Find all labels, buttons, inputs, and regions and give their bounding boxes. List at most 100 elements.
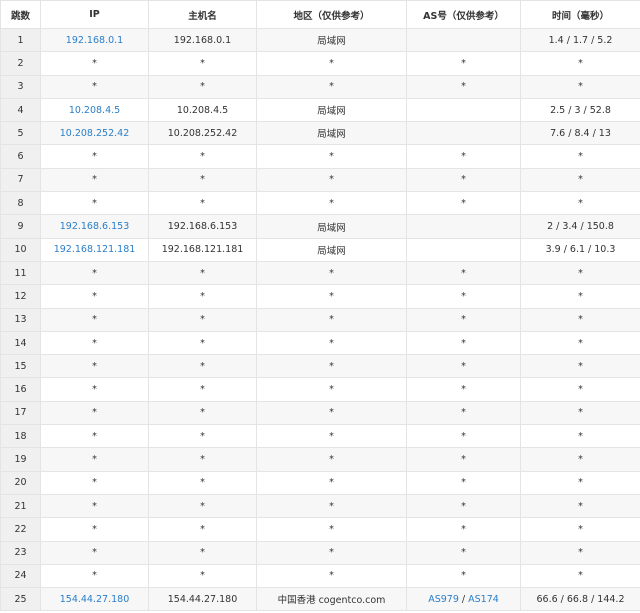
table-row: 22 * * * * * bbox=[0, 517, 640, 542]
table-row: 14 * * * * * bbox=[0, 330, 640, 356]
time-cell: * bbox=[520, 424, 640, 449]
asn-cell: * bbox=[406, 260, 521, 286]
region-cell: * bbox=[256, 517, 407, 542]
ip-value: * bbox=[92, 151, 97, 163]
hop-cell: 24 bbox=[0, 563, 41, 589]
time-cell: * bbox=[520, 51, 640, 76]
asn-cell: * bbox=[406, 493, 521, 519]
ip-link[interactable]: 10.208.4.5 bbox=[69, 105, 120, 116]
hop-cell: 4 bbox=[0, 97, 41, 123]
asn-value: * bbox=[461, 570, 466, 582]
region-cell: * bbox=[256, 51, 407, 76]
hostname-cell: * bbox=[148, 563, 257, 589]
hop-cell: 25 bbox=[0, 587, 41, 612]
asn-cell: * bbox=[406, 470, 521, 495]
region-cell: * bbox=[256, 540, 407, 565]
ip-link[interactable]: 192.168.0.1 bbox=[66, 35, 123, 46]
hostname-cell: * bbox=[148, 470, 257, 495]
ip-value: * bbox=[92, 174, 97, 186]
asn-cell: * bbox=[406, 540, 521, 565]
ip-value: * bbox=[92, 290, 97, 302]
time-cell: 3.9 / 6.1 / 10.3 bbox=[520, 237, 640, 262]
header-time: 时间（毫秒） bbox=[520, 0, 640, 29]
time-cell: 2 / 3.4 / 150.8 bbox=[520, 214, 640, 239]
time-cell: * bbox=[520, 191, 640, 216]
region-cell: * bbox=[256, 330, 407, 356]
ip-cell: * bbox=[40, 540, 149, 565]
time-cell: * bbox=[520, 447, 640, 472]
time-cell: * bbox=[520, 493, 640, 519]
time-cell: * bbox=[520, 400, 640, 426]
ip-cell: * bbox=[40, 354, 149, 379]
ip-value: * bbox=[92, 453, 97, 465]
asn-cell: * bbox=[406, 354, 521, 379]
table-row: 8 * * * * * bbox=[0, 191, 640, 216]
asn-value: * bbox=[461, 267, 466, 279]
ip-value: * bbox=[92, 523, 97, 535]
hop-cell: 18 bbox=[0, 424, 41, 449]
time-cell: 1.4 / 1.7 / 5.2 bbox=[520, 27, 640, 53]
header-hop: 跳数 bbox=[0, 0, 41, 29]
time-cell: * bbox=[520, 144, 640, 169]
hop-cell: 19 bbox=[0, 447, 41, 472]
ip-link[interactable]: 10.208.252.42 bbox=[60, 128, 130, 139]
region-cell: * bbox=[256, 447, 407, 472]
asn-cell bbox=[406, 27, 521, 53]
asn-value: * bbox=[461, 337, 466, 349]
ip-value: * bbox=[92, 477, 97, 489]
ip-cell: * bbox=[40, 51, 149, 76]
ip-value: * bbox=[92, 430, 97, 442]
ip-link[interactable]: 192.168.121.181 bbox=[54, 244, 136, 255]
ip-value: * bbox=[92, 407, 97, 419]
ip-value: * bbox=[92, 500, 97, 512]
hostname-cell: * bbox=[148, 424, 257, 449]
hop-cell: 21 bbox=[0, 493, 41, 519]
time-cell: 7.6 / 8.4 / 13 bbox=[520, 121, 640, 146]
asn-value: * bbox=[461, 197, 466, 209]
asn-cell: * bbox=[406, 51, 521, 76]
ip-cell: * bbox=[40, 470, 149, 495]
region-cell: * bbox=[256, 260, 407, 286]
region-cell: * bbox=[256, 400, 407, 426]
ip-cell: * bbox=[40, 284, 149, 309]
ip-link[interactable]: 192.168.6.153 bbox=[60, 221, 130, 232]
region-cell: 局域网 bbox=[256, 237, 407, 262]
asn-link[interactable]: AS979 bbox=[428, 594, 459, 605]
region-cell: 局域网 bbox=[256, 214, 407, 239]
asn-cell: * bbox=[406, 74, 521, 99]
table-row: 24 * * * * * bbox=[0, 563, 640, 589]
asn-value: * bbox=[461, 453, 466, 465]
table-row: 17 * * * * * bbox=[0, 400, 640, 426]
asn-cell: * bbox=[406, 377, 521, 402]
time-cell: * bbox=[520, 354, 640, 379]
hop-cell: 5 bbox=[0, 121, 41, 146]
hop-cell: 9 bbox=[0, 214, 41, 239]
asn-cell: * bbox=[406, 191, 521, 216]
ip-cell: * bbox=[40, 517, 149, 542]
hop-cell: 12 bbox=[0, 284, 41, 309]
time-cell: * bbox=[520, 260, 640, 286]
ip-cell: * bbox=[40, 260, 149, 286]
ip-cell: * bbox=[40, 493, 149, 519]
asn-link[interactable]: AS174 bbox=[468, 594, 499, 605]
table-row: 15 * * * * * bbox=[0, 354, 640, 379]
asn-value: * bbox=[461, 523, 466, 535]
ip-link[interactable]: 154.44.27.180 bbox=[60, 594, 130, 605]
time-cell: * bbox=[520, 470, 640, 495]
ip-cell: * bbox=[40, 424, 149, 449]
time-cell: 66.6 / 66.8 / 144.2 bbox=[520, 587, 640, 612]
time-cell: * bbox=[520, 540, 640, 565]
ip-cell: 192.168.121.181 bbox=[40, 237, 149, 262]
hop-cell: 10 bbox=[0, 237, 41, 262]
table-row: 10 192.168.121.181 192.168.121.181 局域网 3.9 /… bbox=[0, 237, 640, 262]
ip-value: * bbox=[92, 197, 97, 209]
table-row: 25 154.44.27.180 154.44.27.180 中国香港 cogentc… bbox=[0, 587, 640, 612]
ip-cell: 154.44.27.180 bbox=[40, 587, 149, 612]
region-cell: * bbox=[256, 563, 407, 589]
hostname-cell: * bbox=[148, 307, 257, 332]
ip-value: * bbox=[92, 57, 97, 69]
table-header-row: 跳数 IP 主机名 地区（仅供参考） AS号（仅供参考） 时间（毫秒） bbox=[0, 0, 640, 29]
asn-cell: * bbox=[406, 144, 521, 169]
asn-value: * bbox=[461, 151, 466, 163]
hop-cell: 15 bbox=[0, 354, 41, 379]
